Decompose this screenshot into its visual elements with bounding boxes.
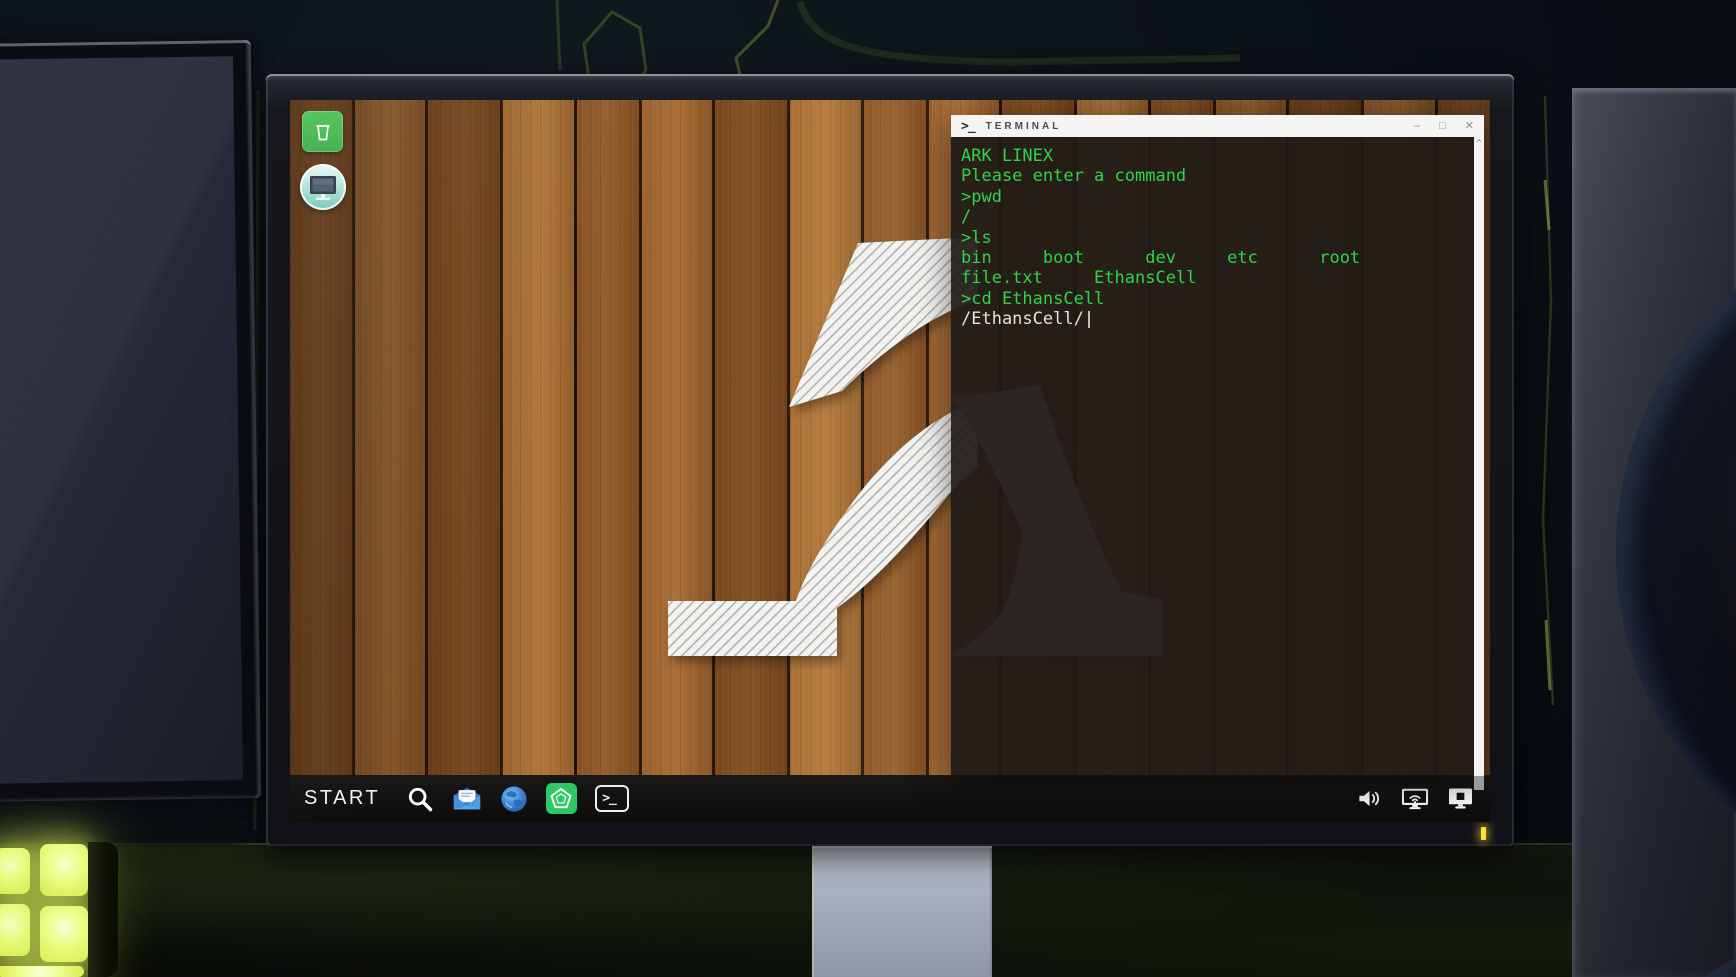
terminal-app-button[interactable]: >_ <box>592 783 632 815</box>
globe-icon <box>500 785 528 813</box>
terminal-output[interactable]: ARK LINEXPlease enter a command>pwd/>lsb… <box>951 137 1474 775</box>
gem-app-button[interactable] <box>545 783 577 815</box>
maximize-button[interactable]: □ <box>1439 121 1446 132</box>
scrollbar-tail <box>1474 776 1484 790</box>
my-computer-icon[interactable] <box>300 164 346 210</box>
terminal-titlebar[interactable]: >_ TERMINAL – □ ✕ <box>951 115 1484 137</box>
power-led <box>1481 827 1486 840</box>
glowing-tiles <box>0 848 116 977</box>
left-monitor-screen <box>0 56 243 784</box>
taskbar-app-icons: >_ <box>404 783 632 815</box>
game-scene: >_ TERMINAL – □ ✕ ARK LINEXPlease enter … <box>0 0 1736 977</box>
scroll-up-icon[interactable]: ^ <box>1474 140 1484 149</box>
terminal-line: file.txt EthansCell <box>961 268 1474 288</box>
display-button[interactable] <box>1446 787 1474 811</box>
terminal-cursor: | <box>1084 309 1094 329</box>
volume-button[interactable] <box>1356 787 1384 811</box>
terminal-line: >ls <box>961 228 1474 248</box>
terminal-line: >pwd <box>961 187 1474 207</box>
window-controls: – □ ✕ <box>1414 121 1474 132</box>
trash-icon <box>311 120 335 144</box>
glow-tile <box>0 848 30 894</box>
speaker-icon <box>1358 789 1382 808</box>
mail-button[interactable] <box>451 783 483 815</box>
browser-button[interactable] <box>498 783 530 815</box>
glow-tile <box>40 906 88 962</box>
terminal-line: / <box>961 207 1474 227</box>
speaker-cabinet <box>1572 88 1736 977</box>
taskbar: START <box>290 775 1490 822</box>
dark-pillar <box>88 842 118 977</box>
start-button[interactable]: START <box>304 787 380 810</box>
mail-icon <box>452 786 482 812</box>
gem-icon <box>546 783 577 814</box>
monitor-icon <box>1448 787 1473 810</box>
recycle-bin-icon[interactable] <box>302 111 343 152</box>
terminal-line: /EthansCell/| <box>961 309 1474 329</box>
search-button[interactable] <box>404 783 436 815</box>
close-button[interactable]: ✕ <box>1465 121 1474 132</box>
os-desktop: >_ TERMINAL – □ ✕ ARK LINEXPlease enter … <box>290 100 1490 822</box>
terminal-line: bin boot dev etc root <box>961 248 1474 268</box>
terminal-window: >_ TERMINAL – □ ✕ ARK LINEXPlease enter … <box>951 115 1484 775</box>
glow-tile <box>0 904 30 956</box>
terminal-line: >cd EthansCell <box>961 289 1474 309</box>
minimize-button[interactable]: – <box>1414 121 1420 132</box>
glow-tile <box>0 966 84 977</box>
main-monitor: >_ TERMINAL – □ ✕ ARK LINEXPlease enter … <box>266 74 1514 846</box>
speaker-cone <box>1596 928 1736 977</box>
terminal-prompt-icon: >_ <box>961 119 975 134</box>
glow-tile <box>40 844 88 896</box>
monitor-wifi-icon <box>1401 787 1429 810</box>
network-button[interactable] <box>1401 787 1429 811</box>
terminal-icon: >_ <box>595 785 629 812</box>
terminal-scrollbar[interactable]: ^ <box>1474 137 1484 790</box>
computer-monitor-icon <box>300 164 346 210</box>
search-icon <box>406 785 434 813</box>
terminal-title: TERMINAL <box>986 121 1062 132</box>
monitor-stand <box>812 846 992 977</box>
left-monitor <box>0 40 261 802</box>
speaker-cone <box>1616 206 1736 896</box>
terminal-line: Please enter a command <box>961 166 1474 186</box>
system-tray <box>1356 787 1476 811</box>
terminal-line: ARK LINEX <box>961 146 1474 166</box>
